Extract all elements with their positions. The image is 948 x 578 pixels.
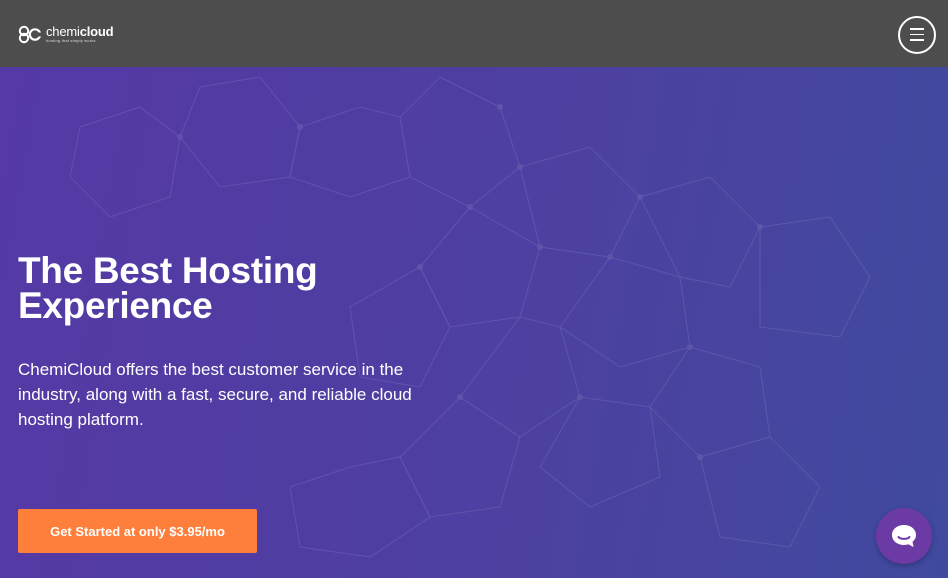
page: chemicloud hosting that simply works The… bbox=[0, 0, 948, 578]
site-logo[interactable]: chemicloud hosting that simply works bbox=[18, 23, 114, 44]
site-header: chemicloud hosting that simply works bbox=[0, 0, 948, 67]
hamburger-menu-icon-bar bbox=[910, 39, 924, 41]
get-started-button[interactable]: Get Started at only $3.95/mo bbox=[18, 509, 257, 553]
chat-button[interactable] bbox=[876, 508, 932, 564]
chat-bubble-icon bbox=[892, 525, 916, 547]
logo-name: chemicloud bbox=[46, 23, 114, 39]
hamburger-menu-button[interactable] bbox=[898, 15, 936, 54]
logo-name-light: chemi bbox=[46, 23, 80, 39]
hamburger-menu-icon-bar bbox=[910, 33, 924, 36]
hero-section: The Best Hosting Experience ChemiCloud o… bbox=[0, 67, 948, 578]
chemicloud-logo-icon bbox=[18, 25, 42, 43]
logo-name-bold: cloud bbox=[79, 23, 114, 39]
hero-subtitle: ChemiCloud offers the best customer serv… bbox=[18, 360, 412, 429]
logo-text: chemicloud hosting that simply works bbox=[46, 23, 114, 43]
hamburger-menu-icon-bar bbox=[910, 28, 924, 30]
hero-title: The Best Hosting Experience bbox=[18, 250, 318, 326]
logo-tagline: hosting that simply works bbox=[46, 37, 96, 43]
